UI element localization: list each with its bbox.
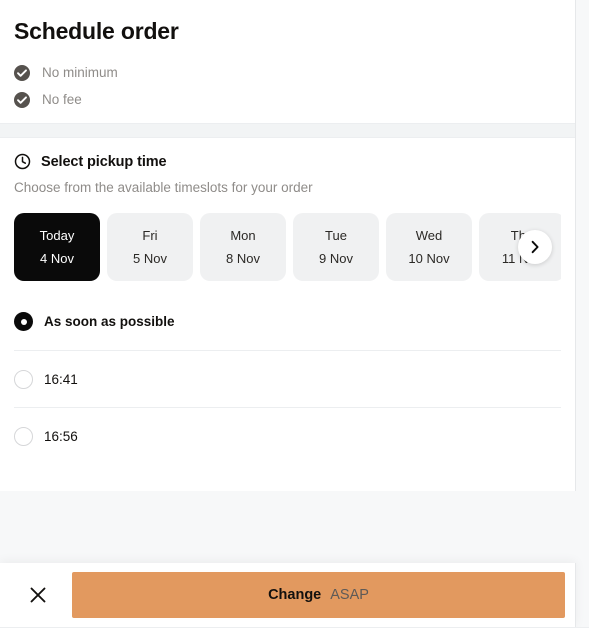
check-circle-icon [14,91,30,108]
date-strip-next-button[interactable] [518,230,552,264]
check-circle-icon [14,64,30,81]
date-card-dow: Wed [415,228,443,243]
close-button[interactable] [14,571,62,619]
date-card-dow: Mon [230,228,256,243]
timeslot-label: 16:41 [44,371,78,387]
pickup-header: Select pickup time [14,153,561,170]
date-card-day: 10 Nov [408,251,450,266]
date-card-wed[interactable]: Wed 10 Nov [386,213,472,281]
timeslot-row-1641[interactable]: 16:41 [14,350,561,407]
change-button-value: ASAP [330,587,369,603]
section-divider-band [0,123,575,138]
content-sheet: Schedule order No minimum No fee Select … [0,0,576,491]
timeslot-label: As soon as possible [44,314,175,329]
radio-button[interactable] [14,426,33,446]
perk-label: No minimum [42,64,118,80]
perk-row-no-minimum: No minimum [14,59,561,86]
perk-label: No fee [42,91,82,107]
date-card-dow: Tue [325,228,347,243]
date-card-day: 4 Nov [40,251,74,266]
clock-icon [14,153,31,170]
header-block: Schedule order No minimum No fee [0,0,575,123]
date-card-mon[interactable]: Mon 8 Nov [200,213,286,281]
date-card-fri[interactable]: Fri 5 Nov [107,213,193,281]
date-strip-wrapper: Today 4 Nov Fri 5 Nov Mon 8 Nov Tue 9 No… [14,213,561,281]
radio-button[interactable] [14,369,33,389]
schedule-order-screen: Schedule order No minimum No fee Select … [0,0,589,637]
bottom-strip [0,627,589,637]
change-button-label: Change [268,587,322,603]
pickup-time-section: Select pickup time Choose from the avail… [0,138,575,464]
page-title: Schedule order [14,18,179,44]
close-icon [27,584,49,606]
perk-row-no-fee: No fee [14,86,561,113]
pickup-title: Select pickup time [41,153,167,170]
date-card-dow: Fri [142,228,158,243]
date-card-today[interactable]: Today 4 Nov [14,213,100,281]
action-bar: Change ASAP [0,563,576,627]
timeslot-row-asap[interactable]: As soon as possible [14,293,561,350]
radio-button[interactable] [14,312,33,331]
timeslot-row-1656[interactable]: 16:56 [14,407,561,464]
pickup-subtitle: Choose from the available timeslots for … [14,180,313,195]
date-strip[interactable]: Today 4 Nov Fri 5 Nov Mon 8 Nov Tue 9 No… [14,213,561,281]
date-card-dow: Today [39,228,75,243]
chevron-right-icon [527,239,543,255]
date-card-day: 8 Nov [226,251,260,266]
timeslot-label: 16:56 [44,428,78,444]
date-card-day: 5 Nov [133,251,167,266]
timeslot-list: As soon as possible 16:41 16:56 [14,293,561,464]
date-card-day: 9 Nov [319,251,353,266]
date-card-tue[interactable]: Tue 9 Nov [293,213,379,281]
perk-list: No minimum No fee [14,59,561,113]
change-button[interactable]: Change ASAP [72,572,565,618]
